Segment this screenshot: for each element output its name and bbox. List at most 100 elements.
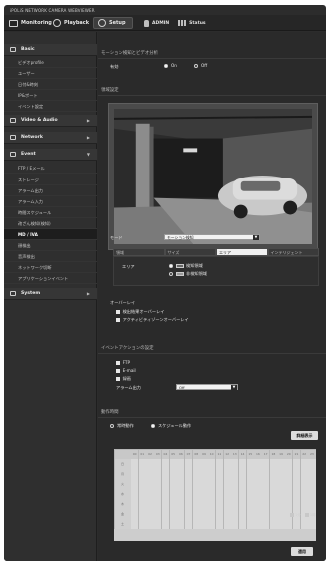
grid-cell[interactable] bbox=[223, 469, 231, 479]
grid-cell[interactable] bbox=[300, 499, 308, 509]
grid-cell[interactable] bbox=[169, 459, 177, 469]
grid-cell[interactable] bbox=[200, 499, 208, 509]
sidebar-item[interactable]: FTP / Eメール bbox=[4, 163, 97, 174]
tab-region[interactable]: 領域 bbox=[113, 248, 165, 256]
grid-cell[interactable] bbox=[200, 479, 208, 489]
grid-cell[interactable] bbox=[238, 469, 247, 479]
grid-hour-header[interactable]: 18 bbox=[269, 449, 277, 459]
grid-cell[interactable] bbox=[146, 519, 154, 529]
grid-cell[interactable] bbox=[138, 469, 146, 479]
grid-hour-header[interactable]: 10 bbox=[208, 449, 216, 459]
grid-cell[interactable] bbox=[223, 499, 231, 509]
grid-cell[interactable] bbox=[269, 479, 277, 489]
grid-cell[interactable] bbox=[269, 519, 277, 529]
alarm-out-select[interactable]: Off ▼ bbox=[176, 384, 238, 390]
grid-cell[interactable] bbox=[138, 509, 146, 519]
monitoring-button[interactable]: Monitoring bbox=[9, 17, 52, 29]
action-email-checkbox[interactable]: E-mail bbox=[116, 368, 136, 373]
grid-cell[interactable] bbox=[200, 519, 208, 529]
grid-cell[interactable] bbox=[238, 519, 247, 529]
grid-cell[interactable] bbox=[292, 479, 301, 489]
grid-hour-header[interactable]: 14 bbox=[238, 449, 247, 459]
grid-cell[interactable] bbox=[192, 479, 200, 489]
mode-select[interactable]: モーション検知 ▼ bbox=[164, 234, 260, 240]
enable-off-radio[interactable]: Off bbox=[194, 63, 207, 68]
grid-cell[interactable] bbox=[254, 479, 262, 489]
grid-cell[interactable] bbox=[208, 459, 216, 469]
grid-day-header[interactable]: 火 bbox=[114, 479, 131, 489]
sidebar-item[interactable]: アラーム出力 bbox=[4, 185, 97, 196]
grid-cell[interactable] bbox=[177, 469, 185, 479]
grid-cell[interactable] bbox=[262, 519, 270, 529]
user-name[interactable]: ADMIN bbox=[152, 21, 169, 26]
grid-hour-header[interactable]: 03 bbox=[154, 449, 162, 459]
sidebar-item[interactable]: ストレージ bbox=[4, 174, 97, 185]
grid-cell[interactable] bbox=[246, 519, 254, 529]
grid-cell[interactable] bbox=[169, 519, 177, 529]
grid-cell[interactable] bbox=[277, 509, 285, 519]
grid-cell[interactable] bbox=[200, 459, 208, 469]
grid-cell[interactable] bbox=[154, 519, 162, 529]
tab-area[interactable]: エリア bbox=[216, 248, 268, 256]
grid-cell[interactable] bbox=[277, 519, 285, 529]
grid-cell[interactable] bbox=[146, 479, 154, 489]
grid-cell[interactable] bbox=[285, 519, 293, 529]
grid-cell[interactable] bbox=[208, 469, 216, 479]
setup-button[interactable]: Setup bbox=[93, 17, 133, 29]
grid-cell[interactable] bbox=[215, 459, 223, 469]
grid-cell[interactable] bbox=[154, 479, 162, 489]
grid-hour-header[interactable]: 12 bbox=[223, 449, 231, 459]
grid-day-header[interactable]: 月 bbox=[114, 469, 131, 479]
action-record-checkbox[interactable]: 録画 bbox=[116, 376, 131, 382]
grid-cell[interactable] bbox=[300, 469, 308, 479]
schedule-always-radio[interactable]: 常時動作 bbox=[110, 423, 134, 429]
sidebar-item[interactable]: ユーザー bbox=[4, 68, 97, 79]
grid-cell[interactable] bbox=[192, 459, 200, 469]
grid-cell[interactable] bbox=[277, 469, 285, 479]
grid-cell[interactable] bbox=[308, 459, 316, 469]
grid-cell[interactable] bbox=[300, 489, 308, 499]
sidebar-item[interactable]: 日付&時刻 bbox=[4, 79, 97, 90]
grid-cell[interactable] bbox=[169, 509, 177, 519]
sidebar-item[interactable]: イベント設定 bbox=[4, 101, 97, 112]
grid-hour-header[interactable]: 23 bbox=[308, 449, 316, 459]
grid-cell[interactable] bbox=[215, 499, 223, 509]
grid-cell[interactable] bbox=[292, 459, 301, 469]
grid-cell[interactable] bbox=[161, 519, 170, 529]
grid-cell[interactable] bbox=[285, 469, 293, 479]
grid-hour-header[interactable]: 19 bbox=[277, 449, 285, 459]
grid-cell[interactable] bbox=[146, 489, 154, 499]
enable-on-radio[interactable]: On bbox=[164, 63, 177, 68]
grid-cell[interactable] bbox=[269, 509, 277, 519]
grid-cell[interactable] bbox=[192, 499, 200, 509]
grid-cell[interactable] bbox=[146, 499, 154, 509]
grid-cell[interactable] bbox=[285, 479, 293, 489]
grid-cell[interactable] bbox=[138, 479, 146, 489]
grid-cell[interactable] bbox=[269, 469, 277, 479]
grid-cell[interactable] bbox=[161, 469, 170, 479]
grid-cell[interactable] bbox=[131, 489, 139, 499]
overlay-activity-checkbox[interactable]: アクティビティゾーンオーバーレイ bbox=[116, 317, 189, 323]
grid-hour-header[interactable]: 15 bbox=[246, 449, 254, 459]
grid-cell[interactable] bbox=[262, 479, 270, 489]
grid-cell[interactable] bbox=[262, 509, 270, 519]
grid-cell[interactable] bbox=[184, 489, 193, 499]
grid-cell[interactable] bbox=[161, 489, 170, 499]
grid-cell[interactable] bbox=[208, 519, 216, 529]
grid-cell[interactable] bbox=[161, 509, 170, 519]
grid-cell[interactable] bbox=[246, 469, 254, 479]
grid-cell[interactable] bbox=[169, 499, 177, 509]
grid-hour-header[interactable]: 00 bbox=[131, 449, 139, 459]
sidebar-item[interactable]: 改ざん検知(検知) bbox=[4, 218, 97, 229]
grid-cell[interactable] bbox=[292, 499, 301, 509]
grid-cell[interactable] bbox=[277, 499, 285, 509]
sidebar-item[interactable]: 時間スケジュール bbox=[4, 207, 97, 218]
grid-cell[interactable] bbox=[238, 489, 247, 499]
grid-cell[interactable] bbox=[184, 469, 193, 479]
grid-cell[interactable] bbox=[146, 459, 154, 469]
grid-cell[interactable] bbox=[246, 459, 254, 469]
grid-cell[interactable] bbox=[131, 519, 139, 529]
sidebar-item[interactable]: アラーム入力 bbox=[4, 196, 97, 207]
grid-cell[interactable] bbox=[177, 509, 185, 519]
grid-cell[interactable] bbox=[177, 489, 185, 499]
